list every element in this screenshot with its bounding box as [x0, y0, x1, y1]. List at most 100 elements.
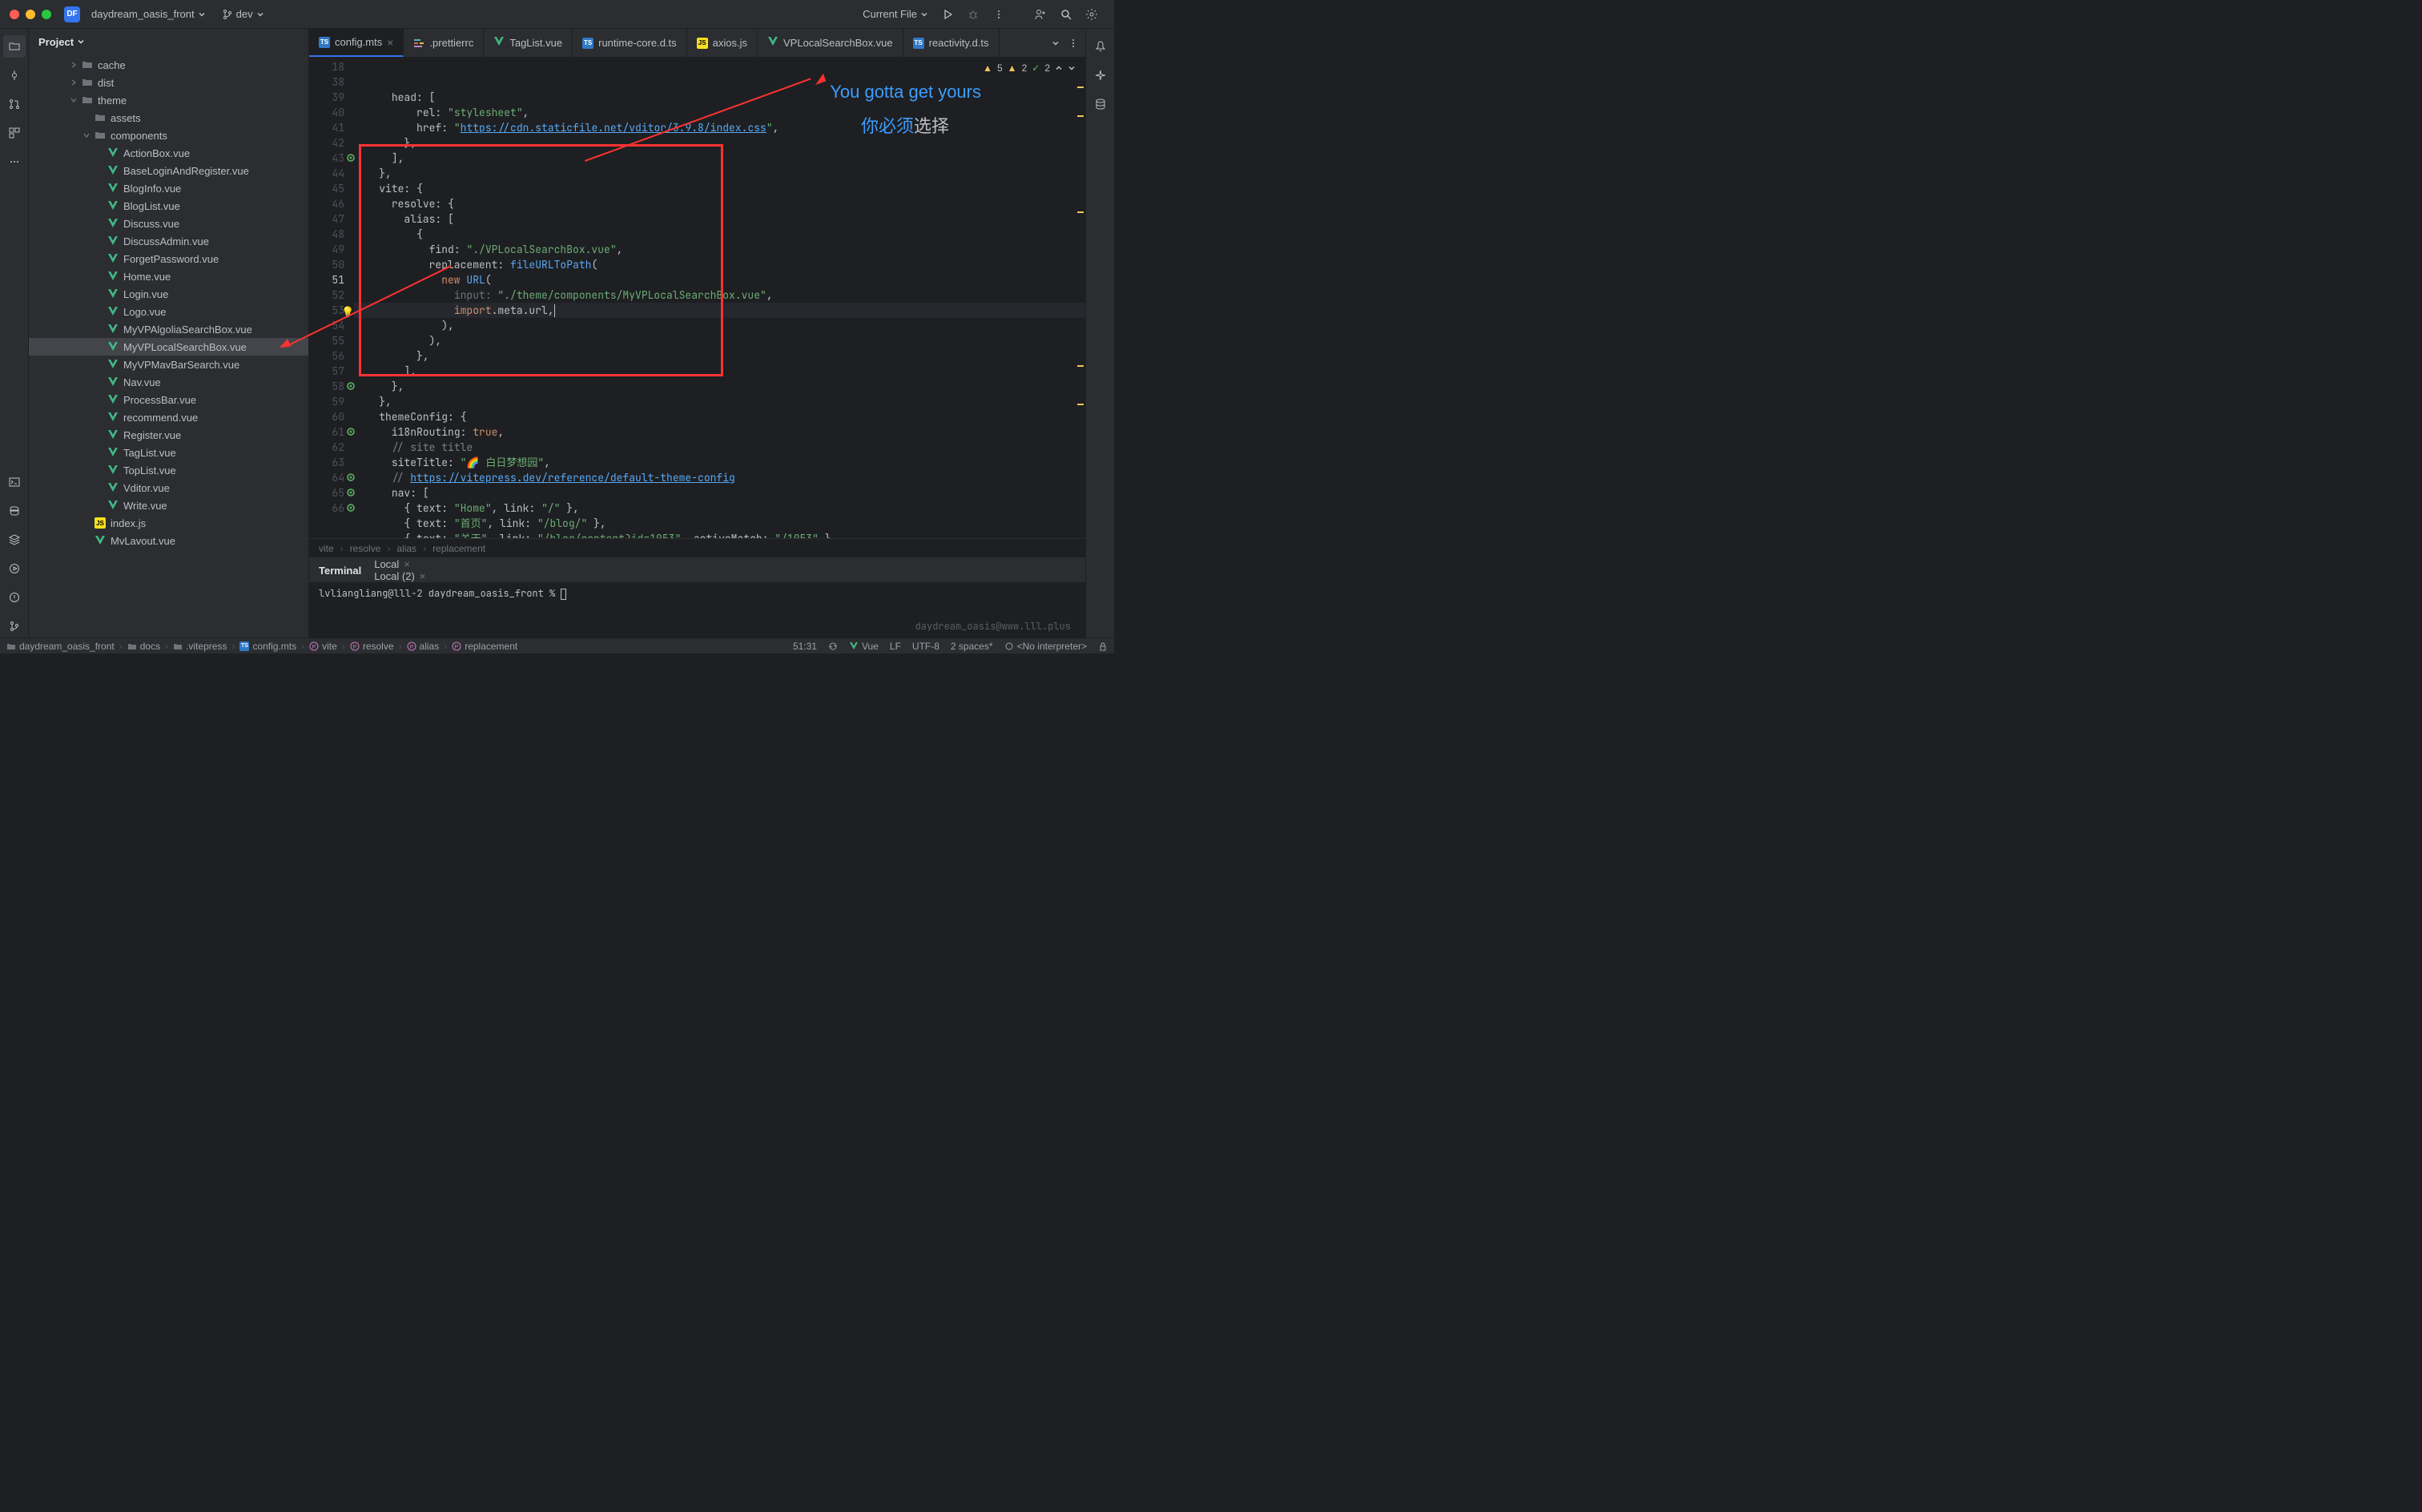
- tree-toggle[interactable]: [80, 131, 93, 139]
- status-encoding[interactable]: UTF-8: [912, 641, 939, 652]
- editor-minimap[interactable]: [1076, 58, 1085, 538]
- tree-item-MvLavout-vue[interactable]: MvLavout.vue: [29, 532, 308, 549]
- tree-item-Nav-vue[interactable]: Nav.vue: [29, 373, 308, 391]
- breadcrumb-item[interactable]: alias: [396, 543, 416, 554]
- status-breadcrumb-item[interactable]: docs: [127, 641, 160, 652]
- tree-item-cache[interactable]: cache: [29, 56, 308, 74]
- more-actions-button[interactable]: [986, 2, 1012, 27]
- editor-breadcrumb[interactable]: vite›resolve›alias›replacement: [309, 538, 1085, 557]
- status-interpreter[interactable]: <No interpreter>: [1004, 641, 1087, 652]
- project-tool-button[interactable]: [3, 35, 26, 58]
- tree-item-theme[interactable]: theme: [29, 91, 308, 109]
- status-line-col[interactable]: 51:31: [793, 641, 817, 652]
- tree-item-DiscussAdmin-vue[interactable]: DiscussAdmin.vue: [29, 232, 308, 250]
- tree-item-dist[interactable]: dist: [29, 74, 308, 91]
- tree-item-MyVPLocalSearchBox-vue[interactable]: MyVPLocalSearchBox.vue: [29, 338, 308, 356]
- tree-item-Home-vue[interactable]: Home.vue: [29, 267, 308, 285]
- status-breadcrumb[interactable]: daydream_oasis_front› docs› .vitepress›T…: [6, 641, 793, 652]
- tree-item-Logo-vue[interactable]: Logo.vue: [29, 303, 308, 320]
- editor-tab-axios.js[interactable]: JSaxios.js: [687, 29, 758, 57]
- status-sync-icon[interactable]: [828, 641, 838, 651]
- vcs-tool-button[interactable]: [3, 615, 26, 637]
- tree-item-BaseLoginAndRegister-vue[interactable]: BaseLoginAndRegister.vue: [29, 162, 308, 179]
- tree-item-BlogInfo-vue[interactable]: BlogInfo.vue: [29, 179, 308, 197]
- maximize-window-button[interactable]: [42, 10, 51, 19]
- status-breadcrumb-item[interactable]: P alias: [407, 641, 440, 652]
- kebab-icon[interactable]: [1068, 38, 1079, 49]
- tree-item-Vditor-vue[interactable]: Vditor.vue: [29, 479, 308, 497]
- run-config-selector[interactable]: Current File: [856, 5, 935, 23]
- status-breadcrumb-item[interactable]: P replacement: [452, 641, 517, 652]
- status-line-ending[interactable]: LF: [890, 641, 901, 652]
- tree-item-recommend-vue[interactable]: recommend.vue: [29, 408, 308, 426]
- tree-item-TopList-vue[interactable]: TopList.vue: [29, 461, 308, 479]
- intention-bulb-icon[interactable]: 💡: [341, 304, 354, 320]
- terminal-tool-button[interactable]: [3, 471, 26, 493]
- tree-item-ProcessBar-vue[interactable]: ProcessBar.vue: [29, 391, 308, 408]
- terminal-tab[interactable]: Local (2) ×: [374, 570, 425, 582]
- status-breadcrumb-item[interactable]: daydream_oasis_front: [6, 641, 115, 652]
- editor-tab-runtime-core.d.ts[interactable]: TSruntime-core.d.ts: [573, 29, 687, 57]
- tree-item-components[interactable]: components: [29, 127, 308, 144]
- status-vue-badge[interactable]: Vue: [849, 641, 879, 652]
- tree-item-TagList-vue[interactable]: TagList.vue: [29, 444, 308, 461]
- problems-tool-button[interactable]: [3, 586, 26, 609]
- editor-problems-indicator[interactable]: ▲5 ▲2 ✓2: [983, 62, 1076, 74]
- status-breadcrumb-item[interactable]: .vitepress: [173, 641, 227, 652]
- project-selector[interactable]: daydream_oasis_front: [85, 5, 212, 23]
- status-breadcrumb-item[interactable]: P resolve: [350, 641, 394, 652]
- tree-toggle[interactable]: [67, 61, 80, 69]
- editor-tab-.prettierrc[interactable]: .prettierrc: [404, 29, 484, 57]
- editor-tab-TagList.vue[interactable]: TagList.vue: [484, 29, 573, 57]
- terminal-body[interactable]: lvliangliang@lll-2 daydream_oasis_front …: [309, 582, 1085, 637]
- breadcrumb-item[interactable]: replacement: [432, 543, 485, 554]
- close-icon[interactable]: ×: [387, 37, 393, 48]
- database-tool-button[interactable]: [1089, 93, 1112, 115]
- close-icon[interactable]: ×: [404, 558, 410, 570]
- chevron-down-icon[interactable]: [1052, 39, 1060, 47]
- tree-toggle[interactable]: [67, 78, 80, 86]
- editor-body[interactable]: 1838394041424344454647484950515253545556…: [309, 58, 1085, 538]
- tree-item-Write-vue[interactable]: Write.vue: [29, 497, 308, 514]
- editor-tab-VPLocalSearchBox.vue[interactable]: VPLocalSearchBox.vue: [758, 29, 903, 57]
- editor-tab-config.mts[interactable]: TSconfig.mts×: [309, 29, 404, 57]
- status-lock-icon[interactable]: [1098, 641, 1108, 651]
- breadcrumb-item[interactable]: vite: [319, 543, 334, 554]
- python-console-button[interactable]: [3, 500, 26, 522]
- pull-requests-tool-button[interactable]: [3, 93, 26, 115]
- run-tool-button[interactable]: [3, 557, 26, 580]
- chevron-up-icon[interactable]: [1055, 64, 1063, 72]
- git-branch-selector[interactable]: dev: [212, 5, 271, 23]
- debug-button[interactable]: [960, 2, 986, 27]
- tree-item-index-js[interactable]: JSindex.js: [29, 514, 308, 532]
- chevron-down-icon[interactable]: [1068, 64, 1076, 72]
- ai-assistant-button[interactable]: [1089, 64, 1112, 86]
- run-button[interactable]: [935, 2, 960, 27]
- structure-tool-button[interactable]: [3, 122, 26, 144]
- tree-item-Register-vue[interactable]: Register.vue: [29, 426, 308, 444]
- breadcrumb-item[interactable]: resolve: [350, 543, 381, 554]
- tree-item-BlogList-vue[interactable]: BlogList.vue: [29, 197, 308, 215]
- project-tree[interactable]: cachedistthemeassetscomponentsActionBox.…: [29, 54, 308, 637]
- tree-toggle[interactable]: [67, 96, 80, 104]
- tree-item-MyVPMavBarSearch-vue[interactable]: MyVPMavBarSearch.vue: [29, 356, 308, 373]
- close-window-button[interactable]: [10, 10, 19, 19]
- tree-item-ForgetPassword-vue[interactable]: ForgetPassword.vue: [29, 250, 308, 267]
- terminal-tab[interactable]: Local ×: [374, 558, 425, 570]
- tree-item-Discuss-vue[interactable]: Discuss.vue: [29, 215, 308, 232]
- commit-tool-button[interactable]: [3, 64, 26, 86]
- status-breadcrumb-item[interactable]: P vite: [309, 641, 337, 652]
- services-tool-button[interactable]: [3, 529, 26, 551]
- tree-item-MyVPAlgoliaSearchBox-vue[interactable]: MyVPAlgoliaSearchBox.vue: [29, 320, 308, 338]
- editor-tab-reactivity.d.ts[interactable]: TSreactivity.d.ts: [903, 29, 1000, 57]
- status-indent[interactable]: 2 spaces*: [951, 641, 993, 652]
- search-everywhere-button[interactable]: [1053, 2, 1079, 27]
- settings-button[interactable]: [1079, 2, 1104, 27]
- more-tools-button[interactable]: [3, 151, 26, 173]
- tree-item-assets[interactable]: assets: [29, 109, 308, 127]
- tree-item-ActionBox-vue[interactable]: ActionBox.vue: [29, 144, 308, 162]
- minimize-window-button[interactable]: [26, 10, 35, 19]
- notifications-button[interactable]: [1089, 35, 1112, 58]
- code-with-me-button[interactable]: [1028, 2, 1053, 27]
- close-icon[interactable]: ×: [420, 570, 426, 582]
